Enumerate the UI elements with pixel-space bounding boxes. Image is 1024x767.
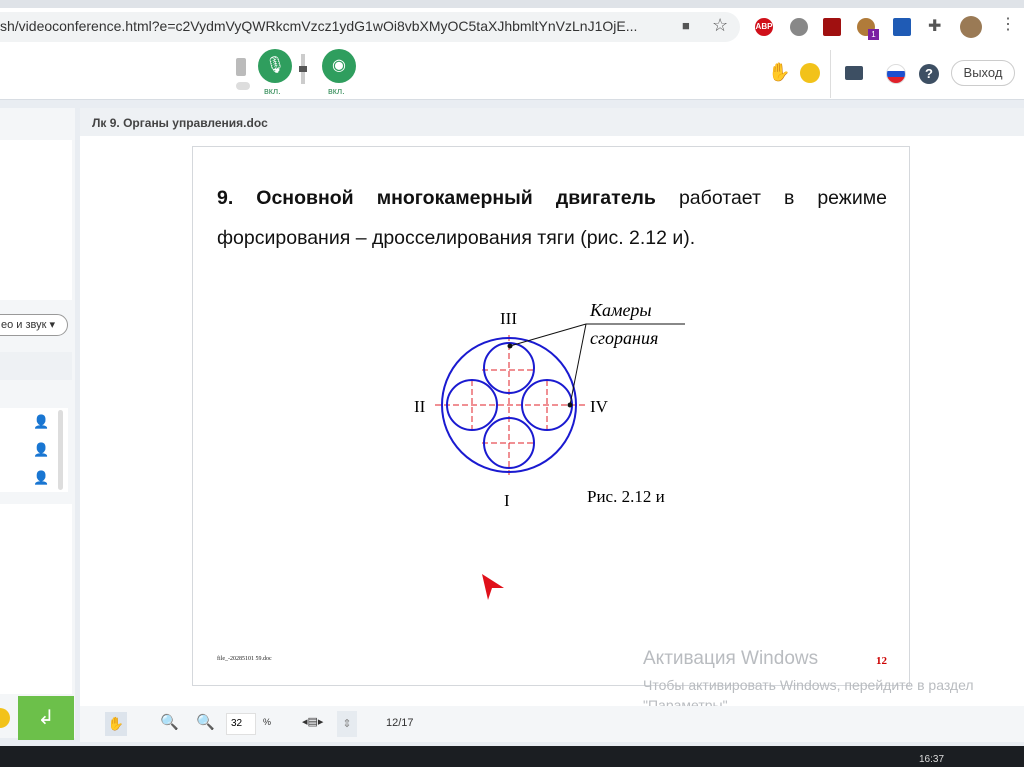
language-flag-icon[interactable] [886, 64, 906, 84]
viewer-toolbar [80, 706, 1024, 742]
pdf-icon[interactable] [823, 18, 841, 36]
mic-level-icon [236, 58, 246, 76]
divider [830, 50, 831, 98]
menu-icon[interactable]: ⋮ [1000, 14, 1016, 34]
document-title: Лк 9. Органы управления.doc [92, 116, 268, 130]
participant-avatar-icon[interactable]: 👤 [33, 442, 49, 458]
label-ii: II [414, 397, 426, 416]
left-video-area [0, 140, 72, 300]
extension-badge: 1 [868, 29, 879, 40]
folder-icon[interactable] [845, 66, 863, 80]
scrollbar[interactable] [58, 410, 63, 490]
zoom-input[interactable]: 32 [226, 713, 256, 735]
toggle[interactable] [236, 82, 250, 90]
send-button[interactable]: ↲ [18, 696, 74, 740]
participant-avatar-icon[interactable]: 👤 [33, 414, 49, 430]
page-number: 12 [876, 655, 887, 667]
bookmark-star-icon[interactable]: ☆ [712, 15, 728, 36]
callout-line1: Камеры [589, 300, 652, 320]
fit-page-icon[interactable]: ⇕ [337, 711, 357, 737]
footer-filename: file_-20285101 59.doc [217, 656, 272, 662]
address-bar[interactable]: sh/videoconference.html?e=c2VydmVyQWRkcm… [0, 12, 740, 42]
pointer-cursor-icon [482, 574, 504, 600]
page-indicator: 12/17 [386, 717, 414, 729]
windows-taskbar [0, 746, 1024, 767]
puzzle-icon[interactable]: ✚ [928, 16, 941, 36]
participant-avatar-icon[interactable]: 👤 [33, 470, 49, 486]
fit-width-icon[interactable]: ◂▤▸ [302, 715, 323, 728]
profile-avatar[interactable] [960, 16, 982, 38]
chat-area [0, 504, 72, 694]
document-paragraph: 9. Основной многокамерный двигатель рабо… [217, 187, 887, 249]
app-header [0, 48, 1024, 100]
callout-line [569, 323, 587, 406]
raise-hand-icon[interactable]: ✋ [768, 62, 790, 83]
participants-list: 👤 👤 👤 [0, 408, 68, 492]
label-iii: III [500, 309, 517, 328]
camera-status: вкл. [328, 86, 345, 96]
camera-icon[interactable]: ■ [682, 18, 690, 33]
windows-activation-title: Активация Windows [643, 648, 819, 669]
label-i: I [504, 491, 510, 510]
volume-slider[interactable] [299, 54, 307, 84]
exit-button[interactable]: Выход [951, 60, 1015, 86]
mic-status: вкл. [264, 86, 281, 96]
hand-tool-icon[interactable]: ✋ [105, 712, 127, 736]
taskbar-clock[interactable]: 16:37 [919, 754, 944, 765]
camera-button[interactable]: ◉ [322, 49, 356, 83]
zoom-out-icon[interactable]: 🔍 [196, 713, 215, 731]
browser-tabstrip [0, 0, 1024, 8]
callout-line [509, 323, 587, 347]
av-settings-dropdown[interactable]: ео и звук ▾ [0, 314, 68, 336]
zoom-unit: % [263, 717, 272, 727]
participants-header [0, 352, 72, 380]
figure-caption: Рис. 2.12 и [587, 487, 665, 506]
extension-circle-icon[interactable] [790, 18, 808, 36]
translate-extension-icon[interactable] [893, 18, 911, 36]
emoji-icon[interactable] [800, 63, 820, 83]
microphone-button[interactable]: 🎙 [258, 49, 292, 83]
engine-chambers-diagram: III II IV I Камеры сгорания Рис. 2.12 и [414, 300, 685, 510]
label-iv: IV [590, 397, 609, 416]
zoom-in-icon[interactable]: 🔍 [160, 713, 179, 731]
callout-line2: сгорания [590, 328, 658, 348]
adblock-icon[interactable]: ABP [755, 18, 773, 36]
help-icon[interactable]: ? [919, 64, 939, 84]
